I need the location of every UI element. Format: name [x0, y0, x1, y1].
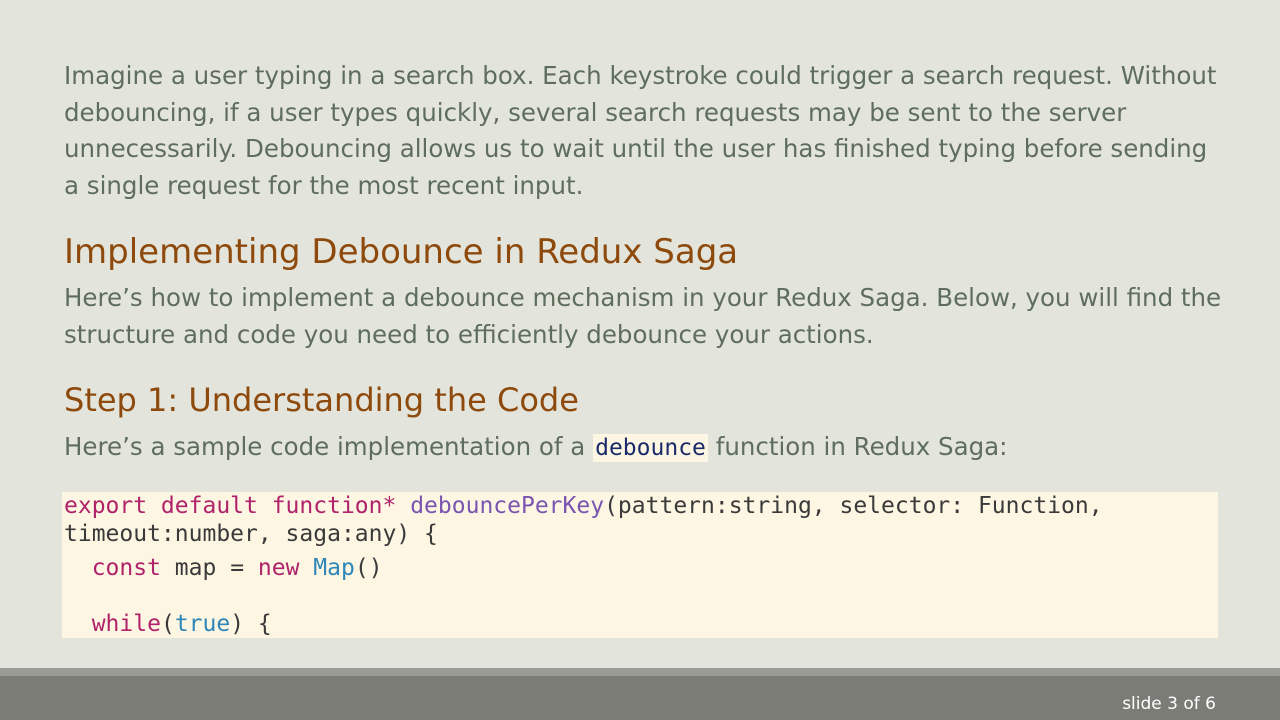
- code-keyword-const: const: [91, 555, 161, 581]
- code-block: export default function* debouncePerKey(…: [62, 492, 1218, 638]
- code-params: (pattern:string, selector: Function,: [604, 493, 1103, 519]
- code-text-end: (): [354, 555, 383, 581]
- footer-bar-highlight: [0, 668, 1280, 676]
- slide-counter: slide 3 of 6: [1122, 694, 1216, 714]
- slide-content: Imagine a user typing in a search box. E…: [64, 58, 1224, 467]
- code-line-4: while(true) {: [62, 610, 1218, 638]
- step-paragraph: Here’s a sample code implementation of a…: [64, 429, 1224, 467]
- code-line-2: timeout:number, saga:any) {: [64, 521, 438, 547]
- step-heading: Step 1: Understanding the Code: [64, 381, 579, 419]
- step-paragraph-after: function in Redux Saga:: [715, 432, 1008, 461]
- step-paragraph-before: Here’s a sample code implementation of a: [64, 432, 586, 461]
- section-paragraph: Here’s how to implement a debounce mecha…: [64, 283, 1222, 349]
- slide: Imagine a user typing in a search box. E…: [0, 0, 1280, 720]
- code-paren: (: [160, 611, 175, 637]
- intro-paragraph: Imagine a user typing in a search box. E…: [64, 61, 1217, 200]
- code-class-map: Map: [313, 555, 355, 581]
- code-line-3: const map = new Map(): [62, 554, 1218, 582]
- code-text: map =: [160, 555, 258, 581]
- code-value-true: true: [174, 611, 231, 637]
- code-keyword-new: new: [257, 555, 300, 581]
- code-function-name: debouncePerKey: [410, 493, 605, 519]
- code-text-end: ) {: [230, 611, 272, 637]
- code-line-1: export default function* debouncePerKey(…: [62, 492, 1218, 520]
- code-keyword-while: while: [91, 611, 161, 637]
- section-heading: Implementing Debounce in Redux Saga: [64, 232, 739, 272]
- inline-code-debounce: debounce: [593, 434, 708, 462]
- code-keyword: export default function*: [64, 493, 397, 519]
